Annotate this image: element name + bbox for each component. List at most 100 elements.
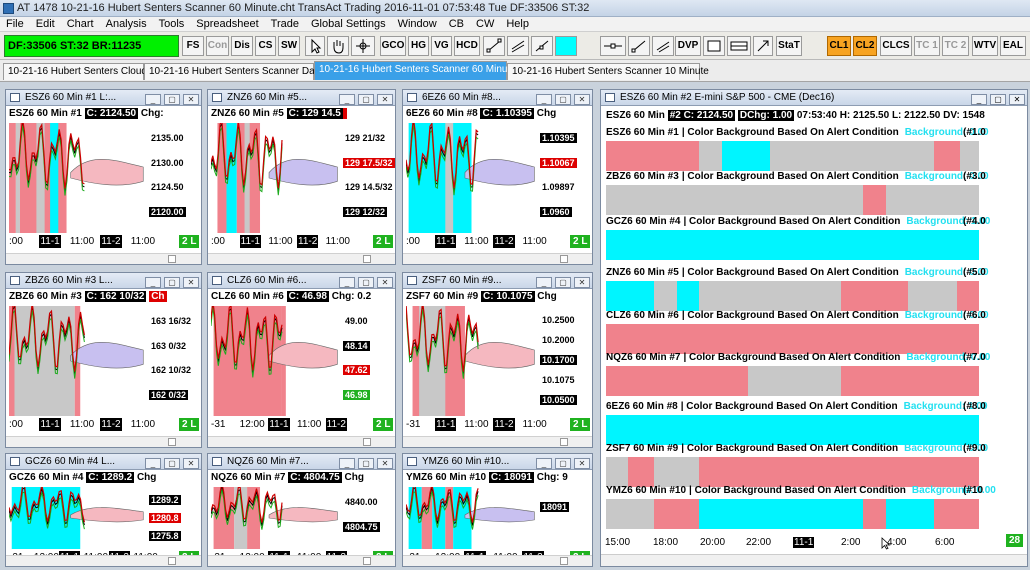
- box-icon[interactable]: [727, 36, 751, 56]
- hline-icon[interactable]: [600, 36, 626, 56]
- maximize-icon[interactable]: ▢: [358, 458, 374, 469]
- minimize-icon[interactable]: _: [145, 458, 161, 469]
- cl2-button[interactable]: CL2: [853, 36, 877, 56]
- chart-titlebar[interactable]: ESZ6 60 Min #1 L:... _ ▢ ✕: [6, 90, 201, 106]
- sw-button[interactable]: SW: [278, 36, 300, 56]
- maximize-icon[interactable]: ▢: [555, 94, 571, 105]
- close-icon[interactable]: ✕: [1009, 94, 1025, 105]
- maximize-icon[interactable]: ▢: [358, 94, 374, 105]
- price-plot[interactable]: [406, 306, 537, 416]
- chart-window[interactable]: ZBZ6 60 Min #3 L... _ ▢ ✕ ZBZ6 60 Min #3 C: …: [5, 272, 202, 448]
- chart-scrollbar[interactable]: [208, 436, 395, 447]
- chart-window[interactable]: NQZ6 60 Min #7... _ ▢ ✕ NQZ6 60 Min #7 C: 48…: [207, 453, 396, 567]
- price-plot[interactable]: [211, 306, 340, 416]
- dvp-button[interactable]: DVP: [675, 36, 701, 56]
- price-plot[interactable]: [406, 487, 537, 549]
- minimize-icon[interactable]: _: [339, 94, 355, 105]
- tab-scanner-daily[interactable]: 10-21-16 Hubert Senters Scanner Daily: [144, 63, 324, 80]
- chart-scrollbar[interactable]: [403, 436, 592, 447]
- arrow-icon[interactable]: [753, 36, 773, 56]
- vg-button[interactable]: VG: [431, 36, 452, 56]
- con-button[interactable]: Con: [206, 36, 229, 56]
- minimize-icon[interactable]: _: [536, 94, 552, 105]
- tab-scanner-10-minute[interactable]: 10-21-16 Hubert Senters Scanner 10 Minut…: [507, 63, 709, 80]
- chart-scrollbar[interactable]: [208, 253, 395, 264]
- tc1-button[interactable]: TC 1: [914, 36, 940, 56]
- menu-window[interactable]: Window: [392, 17, 443, 30]
- close-icon[interactable]: ✕: [377, 277, 393, 288]
- chart-scrollbar[interactable]: [208, 555, 395, 566]
- pitchfork-icon[interactable]: [652, 36, 674, 56]
- hg-button[interactable]: HG: [408, 36, 429, 56]
- stat-button[interactable]: StaT: [776, 36, 802, 56]
- chart-window[interactable]: CLZ6 60 Min #6... _ ▢ ✕ CLZ6 60 Min #6 C: 46…: [207, 272, 396, 448]
- scroll-thumb[interactable]: [559, 255, 568, 263]
- channel-icon[interactable]: [507, 36, 529, 56]
- chart-titlebar[interactable]: GCZ6 60 Min #4 L... _ ▢ ✕: [6, 454, 201, 470]
- minimize-icon[interactable]: _: [339, 458, 355, 469]
- chart-titlebar[interactable]: ZBZ6 60 Min #3 L... _ ▢ ✕: [6, 273, 201, 289]
- scroll-thumb[interactable]: [362, 557, 371, 565]
- chart-titlebar[interactable]: ZSF7 60 Min #9... _ ▢ ✕: [403, 273, 592, 289]
- minimize-icon[interactable]: _: [145, 277, 161, 288]
- menu-chart[interactable]: Chart: [61, 17, 100, 30]
- chart-scrollbar[interactable]: [6, 555, 201, 566]
- scroll-thumb[interactable]: [167, 557, 176, 565]
- maximize-icon[interactable]: ▢: [358, 277, 374, 288]
- chart-scrollbar[interactable]: [6, 253, 201, 264]
- minimize-icon[interactable]: _: [536, 458, 552, 469]
- close-icon[interactable]: ✕: [574, 277, 590, 288]
- menu-trade[interactable]: Trade: [265, 17, 305, 30]
- color-swatch[interactable]: [555, 36, 577, 56]
- minimize-icon[interactable]: _: [536, 277, 552, 288]
- minimize-icon[interactable]: _: [971, 94, 987, 105]
- price-plot[interactable]: [9, 123, 146, 233]
- dis-button[interactable]: Dis: [231, 36, 253, 56]
- scroll-thumb[interactable]: [559, 557, 568, 565]
- maximize-icon[interactable]: ▢: [990, 94, 1006, 105]
- menu-file[interactable]: File: [0, 17, 30, 30]
- tab-scanner-60-minute[interactable]: 10-21-16 Hubert Senters Scanner 60 Minut…: [314, 61, 516, 80]
- chart-scrollbar[interactable]: [6, 436, 201, 447]
- menu-cw[interactable]: CW: [470, 17, 500, 30]
- chart-titlebar[interactable]: NQZ6 60 Min #7... _ ▢ ✕: [208, 454, 395, 470]
- hand-icon[interactable]: [327, 36, 349, 56]
- menu-spreadsheet[interactable]: Spreadsheet: [190, 17, 264, 30]
- tab-cloud[interactable]: 10-21-16 Hubert Senters Cloud: [3, 63, 147, 80]
- fib-icon[interactable]: [628, 36, 650, 56]
- maximize-icon[interactable]: ▢: [164, 277, 180, 288]
- chart-scrollbar[interactable]: [403, 555, 592, 566]
- price-plot[interactable]: [9, 487, 146, 549]
- crosshair-icon[interactable]: [351, 36, 375, 56]
- maximize-icon[interactable]: ▢: [164, 94, 180, 105]
- eal-button[interactable]: EAL: [1000, 36, 1026, 56]
- price-plot[interactable]: [406, 123, 537, 233]
- menu-analysis[interactable]: Analysis: [100, 17, 153, 30]
- chart-window[interactable]: YMZ6 60 Min #10... _ ▢ ✕ YMZ6 60 Min #10 C: …: [402, 453, 593, 567]
- scroll-thumb[interactable]: [167, 438, 176, 446]
- scroll-thumb[interactable]: [559, 438, 568, 446]
- chart-scrollbar[interactable]: [403, 253, 592, 264]
- scroll-thumb[interactable]: [167, 255, 176, 263]
- scroll-thumb[interactable]: [362, 438, 371, 446]
- chart-window[interactable]: ZSF7 60 Min #9... _ ▢ ✕ ZSF7 60 Min #9 C: 10…: [402, 272, 593, 448]
- scroll-thumb[interactable]: [362, 255, 371, 263]
- chart-titlebar[interactable]: 6EZ6 60 Min #8... _ ▢ ✕: [403, 90, 592, 106]
- price-plot[interactable]: [9, 306, 146, 416]
- gco-button[interactable]: GCO: [380, 36, 406, 56]
- close-icon[interactable]: ✕: [183, 458, 199, 469]
- price-plot[interactable]: [211, 123, 340, 233]
- chart-titlebar[interactable]: ZNZ6 60 Min #5... _ ▢ ✕: [208, 90, 395, 106]
- close-icon[interactable]: ✕: [574, 458, 590, 469]
- price-plot[interactable]: [211, 487, 340, 549]
- chart-window[interactable]: ESZ6 60 Min #1 L:... _ ▢ ✕ ESZ6 60 Min #1 C:…: [5, 89, 202, 265]
- menu-global-settings[interactable]: Global Settings: [305, 17, 392, 30]
- chart-window[interactable]: GCZ6 60 Min #4 L... _ ▢ ✕ GCZ6 60 Min #4 C: …: [5, 453, 202, 567]
- menu-cb[interactable]: CB: [443, 17, 470, 30]
- maximize-icon[interactable]: ▢: [555, 458, 571, 469]
- cl1-button[interactable]: CL1: [827, 36, 851, 56]
- scanner-scrollbar[interactable]: [601, 554, 1027, 566]
- close-icon[interactable]: ✕: [183, 277, 199, 288]
- wtv-button[interactable]: WTV: [972, 36, 998, 56]
- maximize-icon[interactable]: ▢: [164, 458, 180, 469]
